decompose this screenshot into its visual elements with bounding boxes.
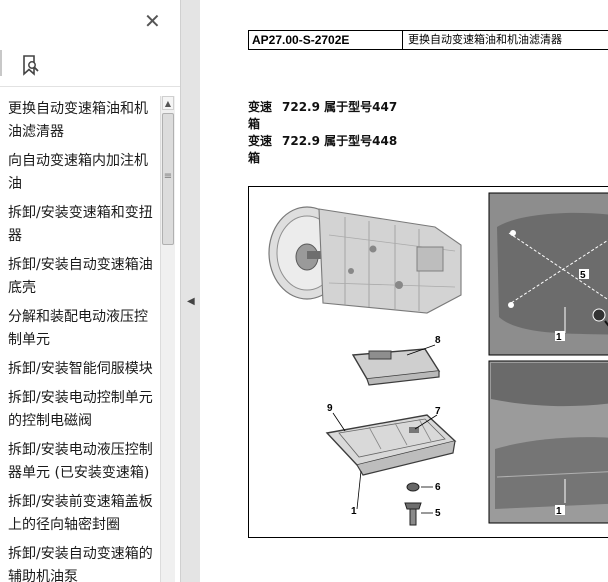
- photo-callout-pan-removed: 1: [556, 506, 562, 517]
- oil-pan-illustration: 9 7 1: [325, 403, 457, 517]
- scrollbar-thumb[interactable]: ≡: [162, 113, 174, 245]
- spec-label: 变速箱: [248, 134, 273, 165]
- photo-callout-screws: 5: [580, 270, 586, 281]
- bookmarks-panel: ✕ 更换自动变速箱油和机油滤清器 向自动变速箱内加注机油 拆卸/安装变速箱和变扭…: [0, 0, 180, 582]
- callout-filter: 8: [435, 335, 441, 346]
- document-code: AP27.00-S-2702E: [249, 31, 403, 49]
- close-panel-icon[interactable]: ✕: [144, 11, 161, 31]
- bookmark-options-icon[interactable]: [20, 54, 42, 76]
- spec-row: 变速箱 722.9 属于型号448: [248, 133, 397, 167]
- bookmark-scrollbar[interactable]: ▲ ≡: [160, 96, 175, 582]
- bookmark-item[interactable]: 拆卸/安装电动控制单元的控制电磁阀: [8, 387, 154, 433]
- transmission-figure: 8 9 7 1 6 5 5 1 1: [268, 192, 608, 526]
- spec-label: 变速箱: [248, 100, 273, 131]
- callout-seal: 6: [435, 482, 441, 493]
- photo-removed-pan: 1: [488, 360, 608, 524]
- spec-row: 变速箱 722.9 属于型号447: [248, 99, 397, 133]
- bookmark-item[interactable]: 拆卸/安装自动变速箱的辅助机油泵: [8, 543, 154, 582]
- bookmark-list: 更换自动变速箱油和机油滤清器 向自动变速箱内加注机油 拆卸/安装变速箱和变扭器 …: [0, 98, 158, 582]
- panel-splitter[interactable]: ◀: [180, 0, 200, 582]
- bookmark-item[interactable]: 拆卸/安装自动变速箱油底壳: [8, 254, 154, 300]
- photo-installed-pan: 5 1: [488, 192, 608, 356]
- document-header-table: AP27.00-S-2702E 更换自动变速箱油和机油滤清器: [248, 30, 608, 50]
- panel-separator: [0, 86, 180, 87]
- callout-pan: 1: [351, 506, 357, 517]
- document-title: 更换自动变速箱油和机油滤清器: [408, 33, 562, 46]
- callout-gasket: 9: [327, 403, 333, 414]
- bookmark-item[interactable]: 拆卸/安装智能伺服模块: [8, 358, 154, 381]
- figure-frame: 8 9 7 1 6 5 5 1 1: [248, 186, 608, 538]
- bookmark-item[interactable]: 更换自动变速箱油和机油滤清器: [8, 98, 154, 144]
- photo-callout-pan: 1: [556, 332, 562, 343]
- collapse-arrow-icon[interactable]: ◀: [187, 296, 195, 307]
- toolbar-divider: [0, 50, 2, 76]
- callout-screw: 5: [435, 508, 441, 519]
- bookmark-item[interactable]: 拆卸/安装电动液压控制器单元 (已安装变速箱): [8, 439, 154, 485]
- bookmark-item[interactable]: 分解和装配电动液压控制单元: [8, 306, 154, 352]
- spec-value: 722.9 属于型号448: [282, 134, 398, 148]
- spec-value: 722.9 属于型号447: [282, 100, 398, 114]
- bookmark-item[interactable]: 拆卸/安装前变速箱盖板上的径向轴密封圈: [8, 491, 154, 537]
- oil-filter-illustration: 8: [351, 335, 441, 386]
- grip-icon: ≡: [163, 171, 173, 182]
- seal-screw-illustration: 6 5: [404, 482, 441, 526]
- scroll-up-arrow-icon[interactable]: ▲: [162, 96, 174, 110]
- callout-magnet: 7: [435, 406, 441, 417]
- document-page: AP27.00-S-2702E 更换自动变速箱油和机油滤清器 变速箱 722.9…: [200, 0, 608, 582]
- transmission-illustration: [268, 206, 462, 314]
- bookmark-item[interactable]: 拆卸/安装变速箱和变扭器: [8, 202, 154, 248]
- bookmark-item[interactable]: 向自动变速箱内加注机油: [8, 150, 154, 196]
